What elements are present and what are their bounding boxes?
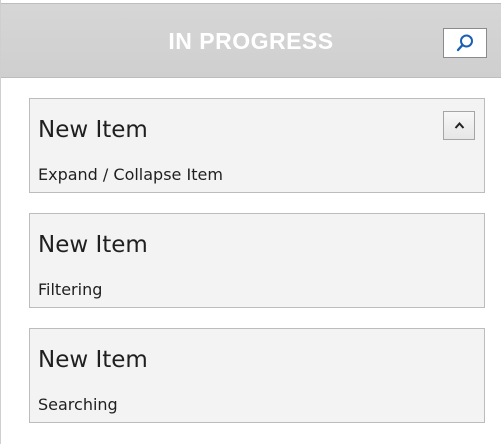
item-subtitle: Expand / Collapse Item xyxy=(38,165,223,184)
list-item[interactable]: New Item Filtering xyxy=(29,213,485,308)
search-button[interactable] xyxy=(443,28,487,58)
item-title: New Item xyxy=(38,347,148,373)
collapse-button[interactable] xyxy=(443,111,475,140)
item-title: New Item xyxy=(38,232,148,258)
panel-header: IN PROGRESS xyxy=(1,3,501,78)
search-icon xyxy=(456,34,473,52)
item-subtitle: Searching xyxy=(38,395,118,414)
list-item[interactable]: New Item Searching xyxy=(29,328,485,423)
chevron-up-icon xyxy=(454,121,465,129)
panel-title: IN PROGRESS xyxy=(168,28,334,54)
item-title: New Item xyxy=(38,117,148,143)
list-item[interactable]: New Item Expand / Collapse Item xyxy=(29,98,485,193)
in-progress-panel: IN PROGRESS New Item Expand / Collapse I… xyxy=(0,0,501,444)
item-subtitle: Filtering xyxy=(38,280,103,299)
